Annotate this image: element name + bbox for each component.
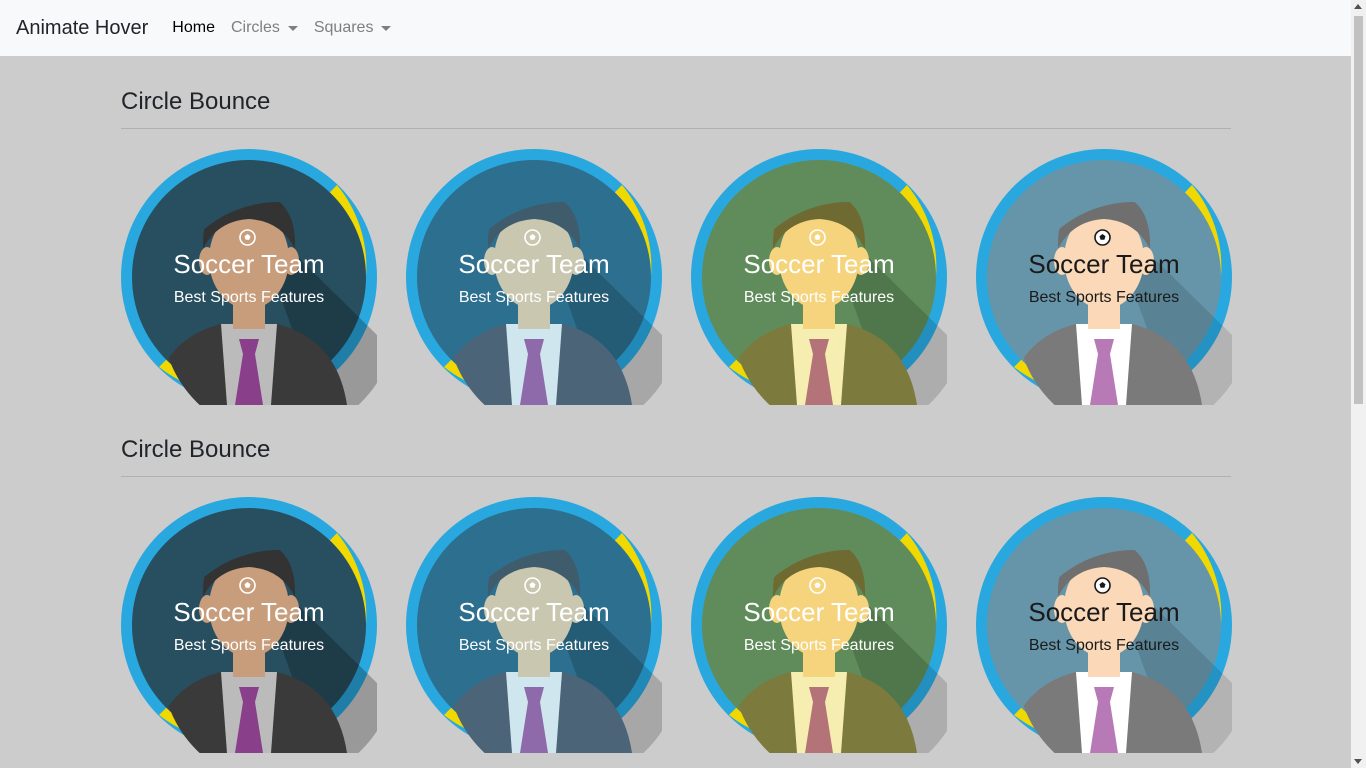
caret-down-icon xyxy=(287,25,298,31)
card-subtitle: Best Sports Features xyxy=(743,637,895,654)
soccer-card[interactable]: Soccer Team Best Sports Features xyxy=(406,497,662,753)
scroll-down-arrow-icon[interactable] xyxy=(1354,759,1362,764)
card-title: Soccer Team xyxy=(173,249,325,279)
nav-circles-dropdown[interactable]: Circles xyxy=(231,19,298,37)
soccer-ball-icon xyxy=(809,229,826,246)
section-divider xyxy=(121,128,1231,129)
soccer-card[interactable]: Soccer Team Best Sports Features xyxy=(976,497,1232,753)
card-overlay: Soccer Team Best Sports Features xyxy=(976,497,1232,753)
soccer-ball-icon xyxy=(239,229,256,246)
scroll-up-arrow-icon[interactable] xyxy=(1354,4,1362,9)
card-overlay: Soccer Team Best Sports Features xyxy=(691,149,947,405)
soccer-card[interactable]: Soccer Team Best Sports Features xyxy=(691,497,947,753)
navbar: Animate Hover Home Circles Squares xyxy=(0,0,1351,56)
soccer-ball-icon xyxy=(1094,229,1111,246)
card-title: Soccer Team xyxy=(458,249,610,279)
soccer-ball-icon xyxy=(809,577,826,594)
section-circle-bounce-2: Circle Bounce xyxy=(121,434,1231,477)
card-overlay: Soccer Team Best Sports Features xyxy=(406,497,662,753)
nav-squares-dropdown[interactable]: Squares xyxy=(314,19,392,37)
navbar-brand[interactable]: Animate Hover xyxy=(16,17,148,40)
card-title: Soccer Team xyxy=(173,597,325,627)
section-heading: Circle Bounce xyxy=(121,436,271,463)
soccer-card[interactable]: Soccer Team Best Sports Features xyxy=(691,149,947,405)
card-subtitle: Best Sports Features xyxy=(458,637,610,654)
card-overlay: Soccer Team Best Sports Features xyxy=(121,497,377,753)
scroll-thumb[interactable] xyxy=(1354,16,1363,404)
card-subtitle: Best Sports Features xyxy=(173,289,325,306)
card-title: Soccer Team xyxy=(1028,249,1180,279)
card-overlay: Soccer Team Best Sports Features xyxy=(406,149,662,405)
nav-circles-label: Circles xyxy=(230,19,280,36)
card-subtitle: Best Sports Features xyxy=(173,637,325,654)
card-overlay: Soccer Team Best Sports Features xyxy=(691,497,947,753)
nav-home[interactable]: Home xyxy=(172,19,215,37)
nav-squares-label: Squares xyxy=(313,19,374,36)
soccer-card[interactable]: Soccer Team Best Sports Features xyxy=(406,149,662,405)
card-row-2: Soccer Team Best Sports Features Soccer … xyxy=(121,497,1232,753)
card-title: Soccer Team xyxy=(458,597,610,627)
section-divider xyxy=(121,476,1231,477)
section-heading: Circle Bounce xyxy=(121,88,271,115)
soccer-ball-icon xyxy=(524,229,541,246)
card-title: Soccer Team xyxy=(1028,597,1180,627)
soccer-ball-icon xyxy=(239,577,256,594)
card-overlay: Soccer Team Best Sports Features xyxy=(976,149,1232,405)
card-subtitle: Best Sports Features xyxy=(458,289,610,306)
soccer-ball-icon xyxy=(524,577,541,594)
soccer-card[interactable]: Soccer Team Best Sports Features xyxy=(121,149,377,405)
soccer-card[interactable]: Soccer Team Best Sports Features xyxy=(121,497,377,753)
card-title: Soccer Team xyxy=(743,249,895,279)
card-subtitle: Best Sports Features xyxy=(1028,289,1180,306)
card-row-1: Soccer Team Best Sports Features Soccer … xyxy=(121,149,1232,405)
soccer-ball-icon xyxy=(1094,577,1111,594)
caret-down-icon xyxy=(381,25,392,31)
page-scrollbar[interactable] xyxy=(1351,0,1366,768)
nav-home-label: Home xyxy=(172,19,215,36)
card-subtitle: Best Sports Features xyxy=(1028,637,1180,654)
section-circle-bounce-1: Circle Bounce xyxy=(121,86,1231,129)
card-overlay: Soccer Team Best Sports Features xyxy=(121,149,377,405)
soccer-card[interactable]: Soccer Team Best Sports Features xyxy=(976,149,1232,405)
card-subtitle: Best Sports Features xyxy=(743,289,895,306)
card-title: Soccer Team xyxy=(743,597,895,627)
